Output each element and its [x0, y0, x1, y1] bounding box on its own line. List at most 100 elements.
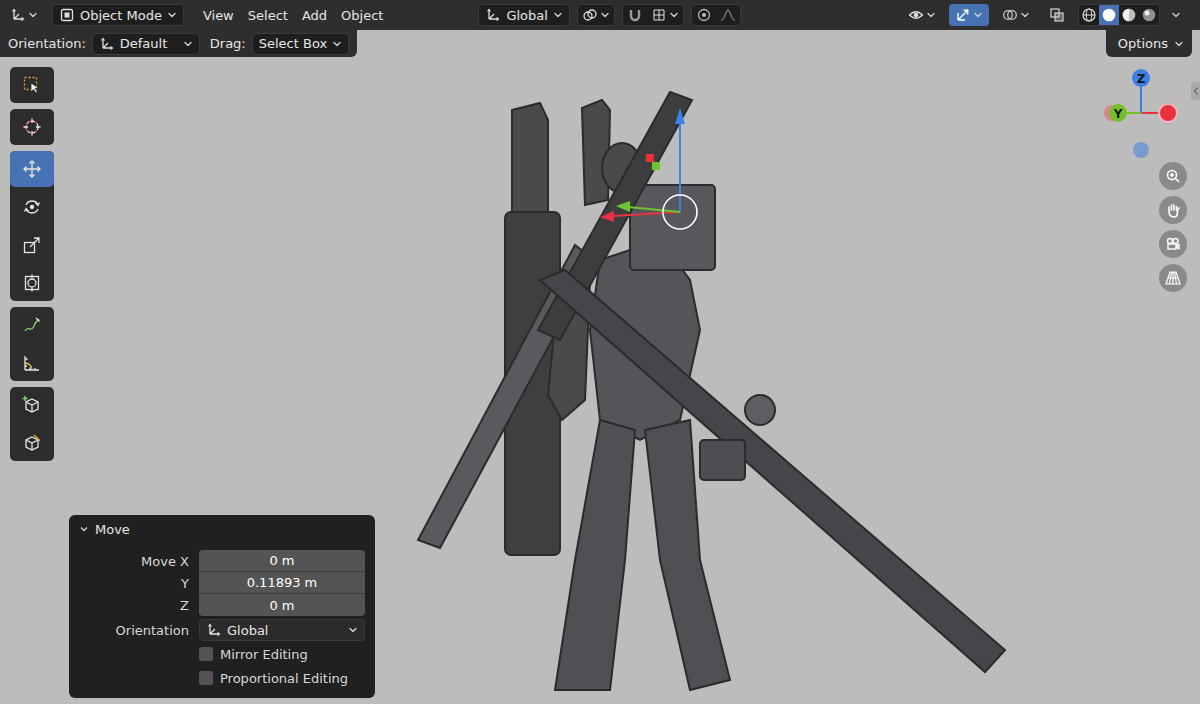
- magnet-icon: [627, 7, 643, 23]
- falloff-dropdown[interactable]: [716, 4, 740, 26]
- chevron-down-icon: [167, 10, 177, 20]
- snap-target-dropdown[interactable]: [647, 4, 683, 26]
- orientation-dropdown[interactable]: Default: [92, 33, 200, 55]
- snapping-group: [622, 4, 684, 26]
- number-field[interactable]: 0 m: [199, 594, 365, 616]
- transform-tool[interactable]: [10, 265, 54, 301]
- editor-type-button[interactable]: [5, 4, 42, 26]
- neg-z-axis-icon[interactable]: [1133, 142, 1149, 158]
- select-box-tool[interactable]: [10, 67, 54, 103]
- snap-toggle[interactable]: [623, 4, 647, 26]
- orientation-value: Global: [227, 623, 343, 638]
- pan-button[interactable]: [1159, 196, 1187, 224]
- transform-cube-icon: [22, 433, 42, 453]
- chevron-down-icon: [1174, 39, 1184, 49]
- rendered-shading-icon: [1141, 7, 1157, 23]
- zoom-icon: [1165, 168, 1181, 184]
- axis-handle[interactable]: [1109, 104, 1127, 122]
- move-tool[interactable]: [10, 151, 54, 187]
- checkbox-option[interactable]: Proportional Editing: [199, 671, 365, 686]
- number-field[interactable]: 0.11893 m: [199, 572, 365, 594]
- perspective-toggle-button[interactable]: [1159, 264, 1187, 292]
- options-label: Options: [1118, 36, 1168, 51]
- pivot-point-button[interactable]: [577, 4, 615, 26]
- material-shading-icon: [1121, 7, 1137, 23]
- drag-value: Select Box: [259, 36, 327, 51]
- annotate-tool[interactable]: [10, 307, 54, 343]
- mode-dropdown[interactable]: Object Mode: [52, 4, 184, 26]
- select-box-icon: [22, 75, 42, 95]
- toolbar: [10, 67, 54, 461]
- xray-toggle[interactable]: [1043, 4, 1071, 26]
- move-gizmo[interactable]: [600, 108, 697, 229]
- checkbox[interactable]: [199, 671, 213, 685]
- solid-shading-icon: [1101, 7, 1117, 23]
- mech-model[interactable]: [418, 92, 1005, 690]
- operator-panel-header[interactable]: Move: [79, 515, 365, 543]
- gizmo-icon: [955, 7, 971, 23]
- sidebar-toggle[interactable]: [1191, 82, 1200, 100]
- orientation-icon: [485, 7, 501, 23]
- xray-icon: [1049, 7, 1065, 23]
- chevron-down-icon: [28, 10, 38, 20]
- number-field[interactable]: 0 m: [199, 550, 365, 572]
- overlays-toggle[interactable]: [996, 4, 1036, 26]
- cursor-tool[interactable]: [10, 109, 54, 145]
- add-cube-tool[interactable]: [10, 387, 54, 423]
- menu-item[interactable]: Select: [241, 5, 295, 26]
- zoom-button[interactable]: [1159, 162, 1187, 190]
- checkbox-option[interactable]: Mirror Editing: [199, 647, 365, 662]
- 3d-viewport[interactable]: Orientation: Default Drag: Select Box Op…: [0, 30, 1200, 704]
- proportional-editing-toggle[interactable]: [692, 4, 716, 26]
- tool-group: [10, 307, 54, 381]
- wireframe-shading-button[interactable]: [1079, 5, 1099, 25]
- move-icon: [22, 159, 42, 179]
- navigation-gizmo[interactable]: ZY: [1095, 65, 1195, 165]
- camera-view-button[interactable]: [1159, 230, 1187, 258]
- camera-icon: [1165, 236, 1181, 252]
- rotate-tool[interactable]: [10, 189, 54, 225]
- hand-icon: [1165, 202, 1181, 218]
- chevron-left-icon: [1192, 85, 1200, 97]
- transform-orientation-dropdown[interactable]: Global: [478, 4, 569, 26]
- scale-tool[interactable]: [10, 227, 54, 263]
- option-row: Mirror Editing: [79, 643, 365, 665]
- axis-handle[interactable]: [1132, 69, 1150, 87]
- rendered-shading-button[interactable]: [1139, 5, 1159, 25]
- visibility-toggle[interactable]: [902, 4, 942, 26]
- checkbox[interactable]: [199, 647, 213, 661]
- shading-options-button[interactable]: [1167, 4, 1185, 26]
- gizmo-toggle[interactable]: [949, 4, 989, 26]
- menu-item[interactable]: Add: [295, 5, 334, 26]
- chevron-down-icon: [183, 39, 193, 49]
- material-shading-button[interactable]: [1119, 5, 1139, 25]
- x-axis-icon[interactable]: [1159, 104, 1177, 122]
- chevron-down-icon: [669, 10, 679, 20]
- chevron-down-icon: [332, 39, 342, 49]
- menu-item[interactable]: Object: [334, 5, 390, 26]
- overlays-icon: [1002, 7, 1018, 23]
- header-menus: ViewSelectAddObject: [196, 5, 390, 26]
- solid-shading-button[interactable]: [1099, 5, 1119, 25]
- measure-tool[interactable]: [10, 345, 54, 381]
- field-label: Z: [79, 598, 189, 613]
- chevron-down-icon: [79, 524, 89, 534]
- options-button[interactable]: Options: [1106, 30, 1192, 57]
- orientation-dropdown[interactable]: Global: [199, 619, 365, 641]
- annotate-icon: [22, 315, 42, 335]
- transform-cube-tool[interactable]: [10, 425, 54, 461]
- menu-item[interactable]: View: [196, 5, 241, 26]
- mode-label: Object Mode: [80, 8, 162, 23]
- checkbox-label: Mirror Editing: [220, 647, 308, 662]
- object-mode-icon: [59, 7, 75, 23]
- option-row: Proportional Editing: [79, 667, 365, 689]
- global-orientation-icon: [206, 622, 222, 638]
- drag-dropdown[interactable]: Select Box: [252, 33, 349, 55]
- operator-panel: Move Move X 0 mY 0.11893 mZ 0 m Orientat…: [69, 515, 375, 698]
- chevron-down-icon: [1171, 10, 1181, 20]
- field-label: Orientation: [79, 623, 189, 638]
- visibility-icon: [908, 7, 924, 23]
- move-fields: Move X 0 mY 0.11893 mZ 0 m: [79, 550, 365, 616]
- move-field-row: Move X 0 m: [79, 550, 365, 572]
- orientation-value: Default: [120, 36, 178, 51]
